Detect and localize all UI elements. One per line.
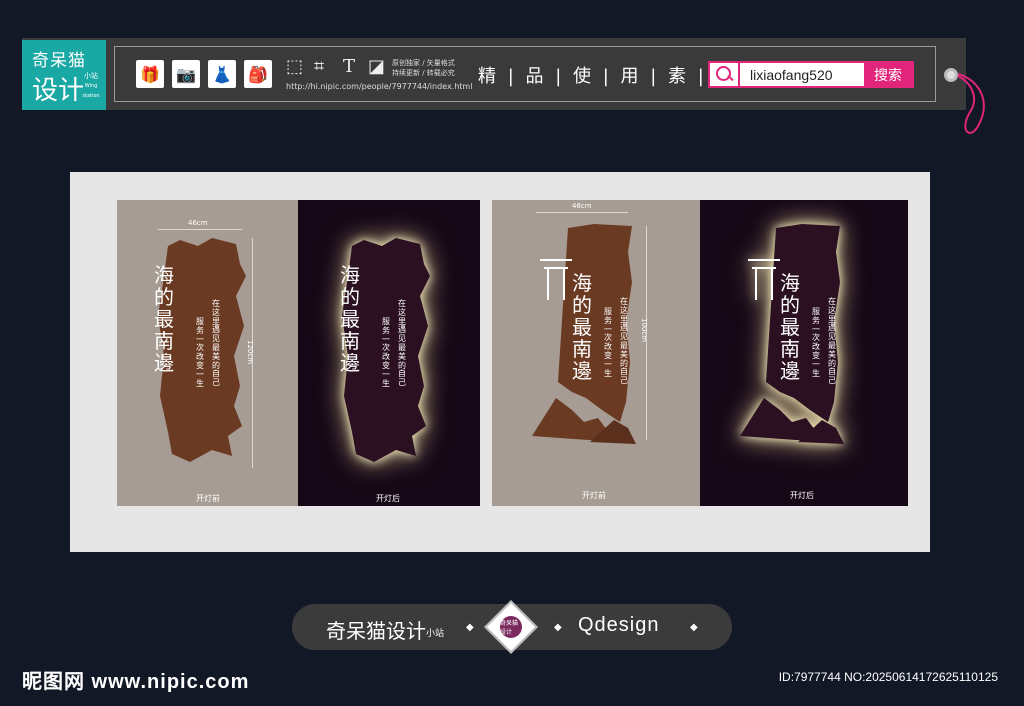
backpack-icon[interactable]: 🎒: [244, 60, 272, 88]
sign-text-a-2: 在这里 遇见最美的自己: [398, 299, 406, 388]
sign-text-a-1: 在这里 遇见最美的自己: [212, 299, 220, 388]
sign-text-a-3: 在这里 遇见最美的自己: [620, 297, 628, 386]
height-label-2: 100cm: [640, 318, 648, 343]
text-icon[interactable]: T: [343, 56, 355, 77]
badge-logo: 奇呆猫设计: [500, 616, 522, 638]
sign-title-1: 海的最南邊: [154, 263, 174, 375]
brand-sub: 小站 Wing station: [82, 72, 100, 99]
sign-title-2: 海的最南邊: [340, 263, 360, 375]
sign-text-a-4: 在这里 遇见最美的自己: [828, 297, 836, 386]
dress-icon[interactable]: 👗: [208, 60, 236, 88]
sign-title-3: 海的最南邊: [572, 271, 592, 383]
image-id: ID:7977744 NO:20250614172625110125: [778, 670, 998, 684]
select-icon[interactable]: ⬚: [286, 56, 303, 77]
hang-tag-string: [957, 73, 985, 134]
crop-icon[interactable]: ⌗: [314, 56, 324, 77]
caption-off-2: 开灯前: [582, 491, 606, 500]
dim-line-w1: [158, 229, 242, 230]
gift-icon[interactable]: 🎁: [136, 60, 164, 88]
caption-on-1: 开灯后: [376, 494, 400, 503]
tagline: 精 | 品 | 使 | 用 | 素 | 材: [478, 66, 737, 87]
caption-on-2: 开灯后: [790, 491, 814, 500]
brand-name: 奇呆猫: [32, 51, 86, 71]
note-line-1: 原创独家 / 矢量格式: [392, 59, 455, 67]
search-input[interactable]: [740, 63, 864, 86]
width-label-1: 46cm: [188, 219, 208, 227]
diamond-icon: ◆: [554, 622, 562, 633]
camera-icon[interactable]: 📷: [172, 60, 200, 88]
height-label-1: 120cm: [246, 340, 254, 365]
layer-icon[interactable]: ◪: [368, 56, 385, 77]
search-button[interactable]: 搜索: [864, 63, 912, 86]
diamond-icon: ◆: [466, 622, 474, 633]
bottom-brand: 奇呆猫设计小站: [326, 619, 445, 643]
diamond-icon: ◆: [690, 622, 698, 633]
width-label-2: 46cm: [572, 202, 592, 210]
sign-text-b-3: 服务一次 改变一生: [604, 307, 612, 378]
note-line-2: 持续更新 / 转载必究: [392, 69, 455, 77]
sign-text-b-1: 服务一次 改变一生: [196, 317, 204, 388]
sign-text-b-4: 服务一次 改变一生: [812, 307, 820, 378]
design-label: Qdesign: [578, 614, 660, 636]
site-watermark: 昵图网 www.nipic.com: [22, 671, 250, 693]
brand-logo[interactable]: 奇呆猫 设计 小站 Wing station: [22, 40, 106, 110]
search-bar: 搜索: [708, 61, 914, 88]
profile-url[interactable]: http://hi.nipic.com/people/7977744/index…: [286, 82, 472, 91]
dim-line-w2: [536, 212, 628, 213]
sign-title-4: 海的最南邊: [780, 271, 800, 383]
caption-off-1: 开灯前: [196, 494, 220, 503]
brand-name-2: 设计: [32, 76, 85, 106]
sign-text-b-2: 服务一次 改变一生: [382, 317, 390, 388]
search-icon[interactable]: [710, 63, 740, 86]
